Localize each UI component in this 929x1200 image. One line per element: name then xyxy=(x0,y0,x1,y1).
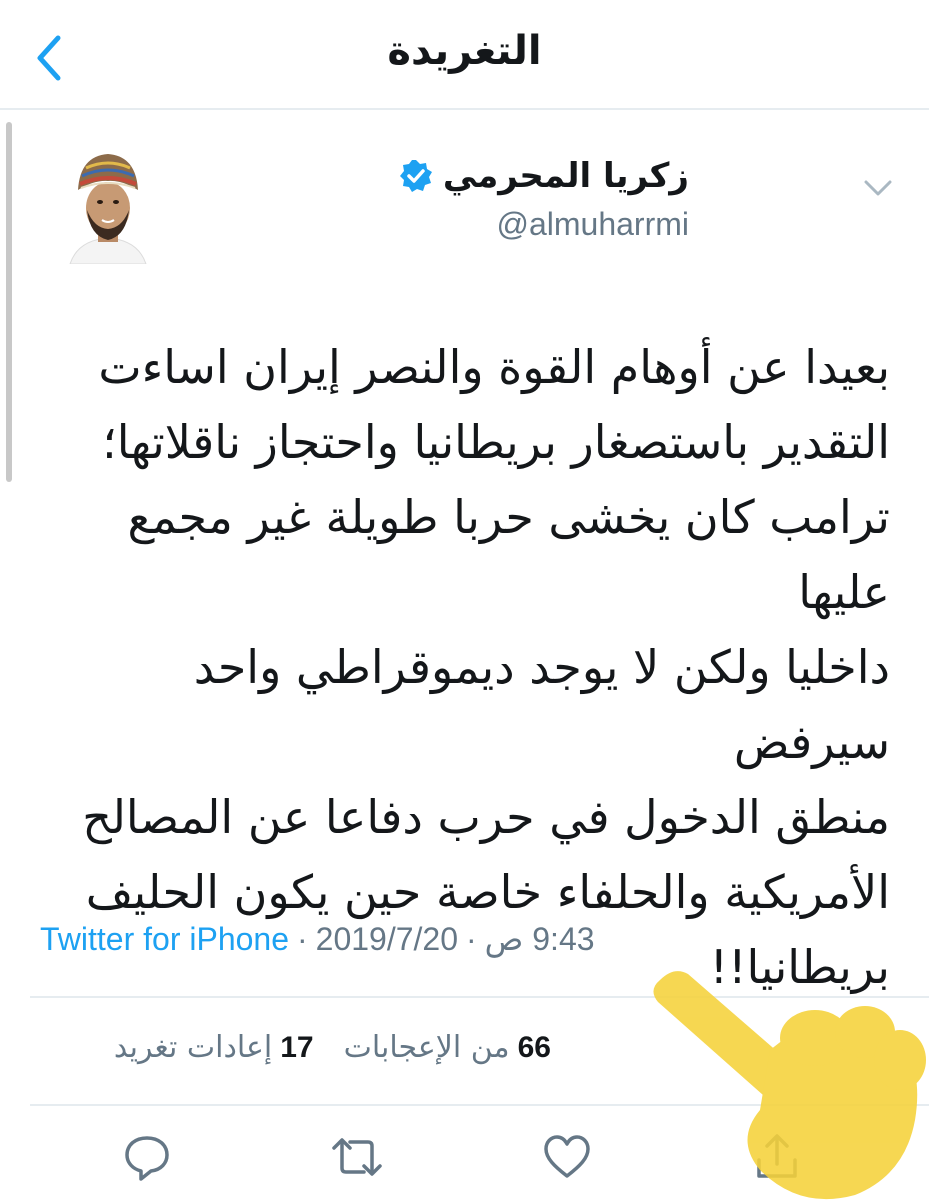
likes-count: 66 xyxy=(517,1030,551,1064)
separator: · xyxy=(297,921,308,957)
action-bar xyxy=(0,1130,929,1190)
chevron-down-icon xyxy=(864,180,892,196)
divider xyxy=(30,996,929,998)
retweet-icon xyxy=(332,1138,382,1176)
tweet-time: 9:43 ص xyxy=(484,921,595,957)
display-name[interactable]: زكريا المحرمي xyxy=(443,156,689,196)
user-handle[interactable]: @almuharrmi xyxy=(496,206,689,243)
retweets-count: 17 xyxy=(280,1030,314,1064)
reply-button[interactable] xyxy=(120,1130,174,1184)
tweet-text-line: التقدير باستصغار بريطانيا واحتجاز ناقلات… xyxy=(102,415,890,469)
avatar[interactable] xyxy=(60,148,156,264)
top-bar: التغريدة xyxy=(0,0,929,110)
like-icon xyxy=(544,1135,590,1178)
like-button[interactable] xyxy=(540,1130,594,1184)
tweet-text-line: ترامب كان يخشى حربا طويلة غير مجمع عليها xyxy=(127,490,890,619)
divider xyxy=(30,1104,929,1106)
share-icon xyxy=(757,1134,797,1178)
tweet-text-line: الأمريكية والحلفاء خاصة حين يكون الحليف xyxy=(85,865,890,919)
name-row: زكريا المحرمي xyxy=(399,156,689,196)
retweets-label: إعادات تغريد xyxy=(113,1030,273,1065)
tweet-text-line: داخليا ولكن لا يوجد ديموقراطي واحد سيرفض xyxy=(193,640,890,769)
tweet-stats: 66 من الإعجابات 17 إعادات تغريد xyxy=(40,1030,551,1065)
reply-icon xyxy=(125,1136,169,1181)
tweet-text: بعيدا عن أوهام القوة والنصر إيران اساءت … xyxy=(60,330,890,1005)
author-info[interactable]: زكريا المحرمي @almuharrmi xyxy=(209,150,689,260)
more-options-button[interactable] xyxy=(860,172,896,202)
retweets-stat[interactable]: 17 إعادات تغريد xyxy=(114,1030,314,1065)
tweet-date: 2019/7/20 xyxy=(315,921,459,957)
tweet-meta: Twitter for iPhone · 2019/7/20 · 9:43 ص xyxy=(40,920,595,958)
likes-label: من الإعجابات xyxy=(343,1030,510,1065)
retweet-button[interactable] xyxy=(330,1130,384,1184)
tweet-text-line: منطق الدخول في حرب دفاعا عن المصالح xyxy=(82,790,890,844)
verified-badge-icon xyxy=(399,160,432,192)
page-title: التغريدة xyxy=(387,28,542,74)
tweet-text-line: بعيدا عن أوهام القوة والنصر إيران اساءت xyxy=(98,340,890,394)
likes-stat[interactable]: 66 من الإعجابات xyxy=(344,1030,551,1065)
source-link[interactable]: Twitter for iPhone xyxy=(40,921,289,957)
share-button[interactable] xyxy=(750,1130,804,1184)
separator: · xyxy=(466,921,477,957)
